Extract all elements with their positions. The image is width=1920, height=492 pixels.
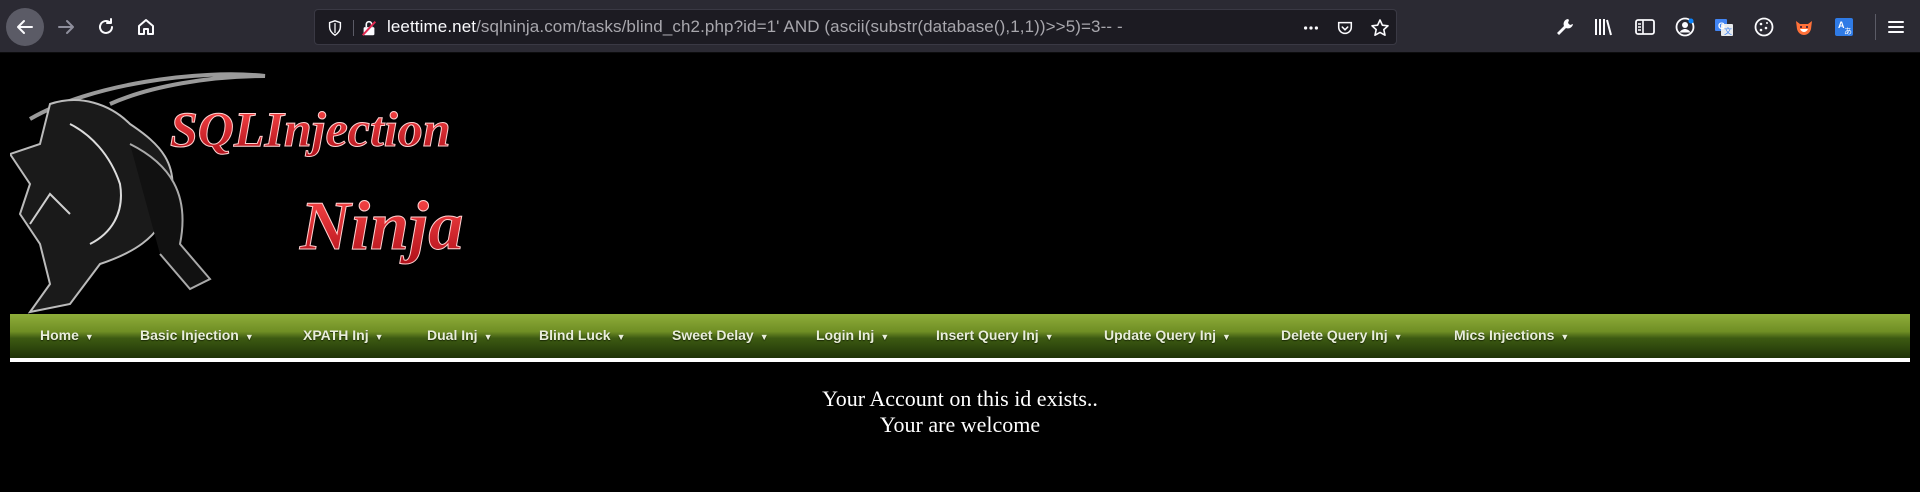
nav-delete-query-inj[interactable]: Delete Query Inj ▼ — [1281, 327, 1403, 343]
chevron-down-icon: ▼ — [374, 332, 384, 342]
chevron-down-icon: ▼ — [244, 332, 254, 342]
message-line-1: Your Account on this id exists.. — [822, 386, 1098, 411]
nav-label: Mics Injections — [1454, 327, 1555, 343]
forward-button[interactable] — [48, 9, 84, 45]
chevron-down-icon: ▼ — [84, 332, 94, 342]
result-message: Your Account on this id exists.. Your ar… — [0, 386, 1920, 438]
web-page: SQLInjection Ninja Home ▼ Basic Injection… — [0, 54, 1920, 492]
fox-extension-icon[interactable] — [1792, 15, 1816, 39]
chevron-down-icon: ▼ — [483, 332, 493, 342]
translate-icon[interactable]: G文 — [1712, 15, 1736, 39]
nav-label: Home — [40, 327, 79, 343]
main-nav: Home ▼ Basic Injection ▼ XPATH Inj ▼ Dual I… — [10, 314, 1910, 358]
url-separator — [353, 20, 354, 36]
nav-label: Basic Injection — [140, 327, 239, 343]
tracking-shield-icon[interactable] — [325, 18, 345, 38]
nav-login-inj[interactable]: Login Inj ▼ — [816, 327, 889, 343]
insecure-lock-icon[interactable] — [359, 18, 379, 38]
nav-label: Dual Inj — [427, 327, 478, 343]
nav-insert-query-inj[interactable]: Insert Query Inj ▼ — [936, 327, 1054, 343]
ninja-logo-image: SQLInjection Ninja — [8, 72, 464, 314]
url-path: /sqlninja.com/tasks/blind_ch2.php?id=1' … — [476, 17, 1123, 36]
sidebar-icon[interactable] — [1633, 15, 1657, 39]
chevron-down-icon: ▼ — [880, 332, 890, 342]
toolbar-separator — [1875, 14, 1876, 40]
back-button[interactable] — [6, 8, 44, 46]
wrench-icon[interactable] — [1553, 15, 1577, 39]
chevron-down-icon: ▼ — [1044, 332, 1054, 342]
browser-toolbar: leettime.net/sqlninja.com/tasks/blind_ch… — [0, 0, 1920, 53]
nav-sweet-delay[interactable]: Sweet Delay ▼ — [672, 327, 769, 343]
reload-icon — [99, 18, 113, 34]
library-icon[interactable] — [1592, 15, 1616, 39]
nav-basic-injection[interactable]: Basic Injection ▼ — [140, 327, 254, 343]
translator-icon[interactable]: Aあ — [1832, 15, 1856, 39]
site-banner-logo: SQLInjection Ninja — [8, 64, 620, 314]
chevron-down-icon: ▼ — [1222, 332, 1231, 342]
more-dots-icon[interactable] — [1300, 18, 1322, 38]
nav-divider — [10, 358, 1910, 362]
reload-button[interactable] — [88, 9, 124, 45]
nav-label: Sweet Delay — [672, 327, 754, 343]
nav-home[interactable]: Home ▼ — [40, 327, 94, 343]
pocket-icon[interactable] — [1334, 18, 1356, 38]
nav-label: Update Query Inj — [1104, 327, 1217, 343]
address-bar[interactable]: leettime.net/sqlninja.com/tasks/blind_ch… — [314, 9, 1397, 45]
nav-label: Insert Query Inj — [936, 327, 1039, 343]
chevron-down-icon: ▼ — [1560, 332, 1570, 342]
nav-dual-inj[interactable]: Dual Inj ▼ — [427, 327, 492, 343]
nav-label: Delete Query Inj — [1281, 327, 1388, 343]
chevron-down-icon: ▼ — [616, 332, 626, 342]
menu-icon[interactable] — [1884, 15, 1908, 39]
nav-label: XPATH Inj — [303, 327, 369, 343]
nav-mics-injections[interactable]: Mics Injections ▼ — [1454, 327, 1569, 343]
svg-text:文: 文 — [1724, 26, 1732, 36]
message-line-2: Your are welcome — [879, 412, 1041, 437]
forward-arrow-icon — [58, 20, 74, 34]
nav-label: Blind Luck — [539, 327, 611, 343]
banner-line1: SQLInjection — [170, 101, 451, 157]
cookie-icon[interactable] — [1752, 15, 1776, 39]
nav-update-query-inj[interactable]: Update Query Inj ▼ — [1104, 327, 1231, 343]
back-arrow-icon — [17, 20, 33, 34]
home-button[interactable] — [128, 9, 164, 45]
url-text[interactable]: leettime.net/sqlninja.com/tasks/blind_ch… — [387, 10, 1123, 44]
home-icon — [138, 19, 154, 35]
banner-line2: Ninja — [299, 188, 463, 265]
chevron-down-icon: ▼ — [1393, 332, 1403, 342]
chevron-down-icon: ▼ — [759, 332, 769, 342]
nav-xpath-inj[interactable]: XPATH Inj ▼ — [303, 327, 384, 343]
nav-blind-luck[interactable]: Blind Luck ▼ — [539, 327, 625, 343]
bookmark-star-icon[interactable] — [1369, 18, 1391, 38]
svg-text:あ: あ — [1844, 27, 1852, 36]
account-icon[interactable] — [1673, 15, 1697, 39]
url-domain: leettime.net — [387, 17, 477, 36]
nav-label: Login Inj — [816, 327, 875, 343]
